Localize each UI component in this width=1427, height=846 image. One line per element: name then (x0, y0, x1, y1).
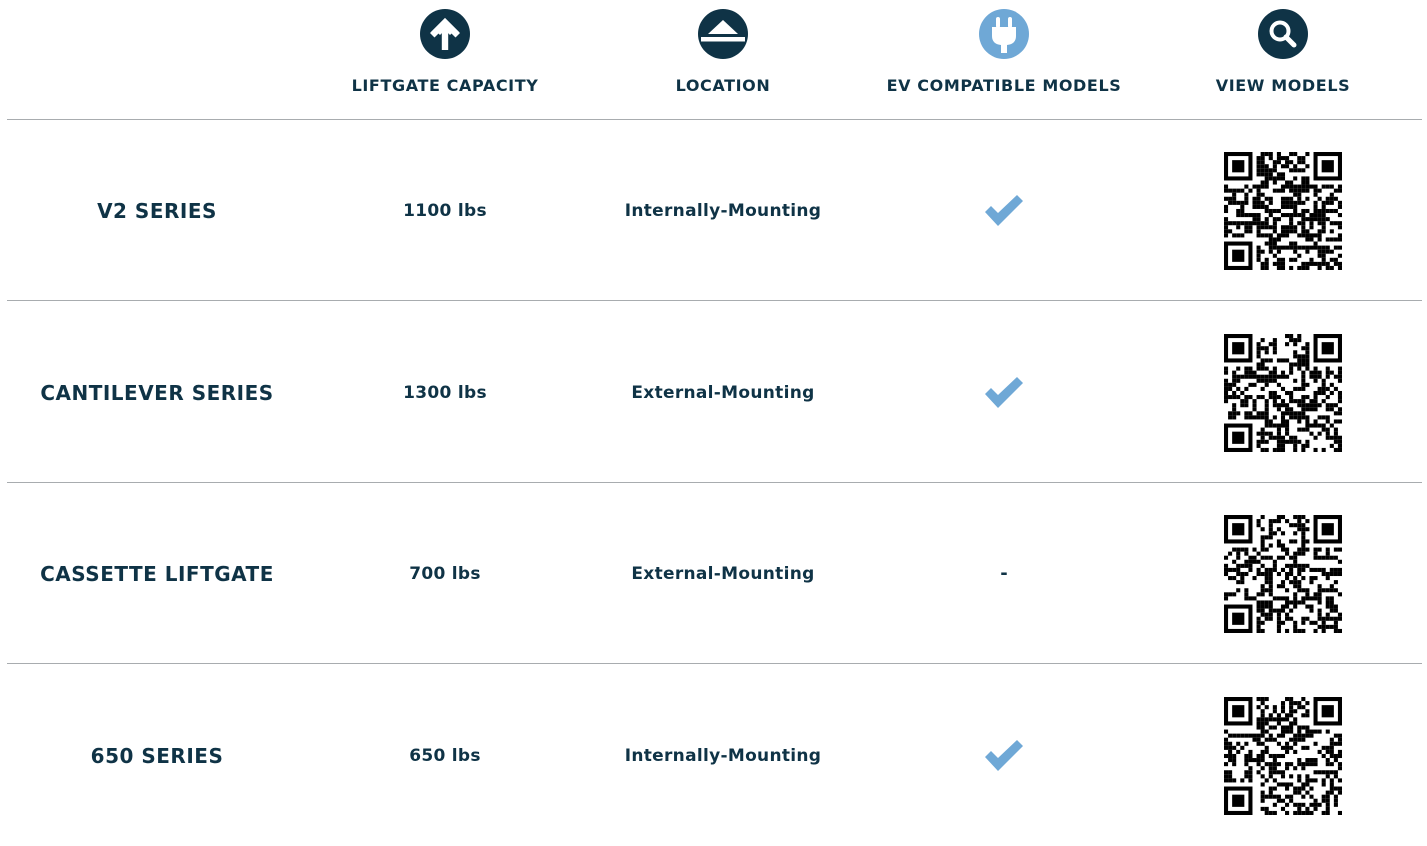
qr-code-icon (1224, 696, 1342, 815)
ev-compatible (864, 302, 1144, 483)
header-location: LOCATION (583, 0, 863, 119)
qr-code-icon (1224, 151, 1342, 270)
table-header: LIFTGATE CAPACITY LOCATION EV COMPATIBLE… (0, 0, 1427, 119)
header-label: EV COMPATIBLE MODELS (886, 76, 1122, 95)
header-label: VIEW MODELS (1215, 76, 1351, 95)
series-name: 650 SERIES (90, 743, 224, 768)
qr-code-link[interactable] (1143, 483, 1423, 664)
liftgate-capacity: 1100 lbs (403, 200, 487, 221)
checkmark-icon (985, 376, 1023, 408)
row-divider (7, 300, 1422, 301)
eject-circle-icon (698, 9, 748, 59)
header-view-models: VIEW MODELS (1143, 0, 1423, 119)
ev-compatible: - (1000, 563, 1008, 584)
header-liftgate-capacity: LIFTGATE CAPACITY (305, 0, 585, 119)
location: External-Mounting (631, 382, 815, 403)
ev-compatible (864, 665, 1144, 846)
header-ev-compatible: EV COMPATIBLE MODELS (864, 0, 1144, 119)
search-icon (1258, 9, 1308, 59)
checkmark-icon (985, 739, 1023, 771)
header-label: LIFTGATE CAPACITY (351, 76, 539, 95)
checkmark-icon (985, 194, 1023, 226)
row-divider (7, 663, 1422, 664)
location: External-Mounting (631, 563, 815, 584)
series-name: CASSETTE LIFTGATE (40, 561, 274, 586)
location: Internally-Mounting (624, 200, 822, 221)
table-row: 650 SERIES 650 lbs Internally-Mounting (0, 665, 1427, 846)
liftgate-capacity: 1300 lbs (403, 382, 487, 403)
table-row: CANTILEVER SERIES 1300 lbs External-Moun… (0, 302, 1427, 483)
qr-code-link[interactable] (1143, 665, 1423, 846)
qr-code-link[interactable] (1143, 120, 1423, 301)
qr-code-icon (1224, 514, 1342, 633)
series-name: V2 SERIES (97, 198, 217, 223)
qr-code-icon (1224, 333, 1342, 452)
qr-code-link[interactable] (1143, 302, 1423, 483)
location: Internally-Mounting (624, 745, 822, 766)
plug-icon (979, 9, 1029, 59)
arrow-up-circle-icon (420, 9, 470, 59)
liftgate-capacity: 650 lbs (409, 745, 481, 766)
header-label: LOCATION (675, 76, 771, 95)
series-name: CANTILEVER SERIES (40, 380, 274, 405)
liftgate-capacity: 700 lbs (409, 563, 481, 584)
table-row: V2 SERIES 1100 lbs Internally-Mounting (0, 120, 1427, 301)
table-row: CASSETTE LIFTGATE 700 lbs External-Mount… (0, 483, 1427, 664)
ev-compatible (864, 120, 1144, 301)
